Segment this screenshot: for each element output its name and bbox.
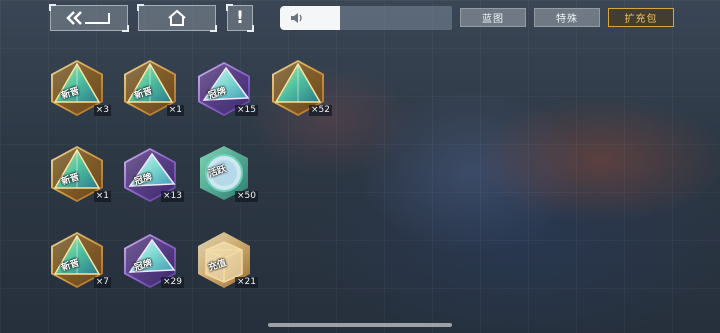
alert-button[interactable]: ! bbox=[226, 4, 254, 32]
item-gold-box[interactable]: 充值 ×21 bbox=[192, 228, 258, 292]
tab-blueprint[interactable]: 蓝图 bbox=[460, 8, 526, 27]
tab-label: 特殊 bbox=[556, 14, 578, 25]
home-button[interactable] bbox=[137, 4, 217, 32]
double-chevron-left-icon bbox=[66, 11, 110, 25]
tab-expansion-pack[interactable]: 扩充包 bbox=[608, 8, 674, 27]
volume-slider[interactable] bbox=[280, 6, 452, 30]
speaker-icon bbox=[291, 13, 302, 23]
item-gold-pyramid[interactable]: 新晋 ×1 bbox=[118, 56, 184, 120]
item-count: ×29 bbox=[161, 277, 184, 288]
item-count: ×1 bbox=[166, 105, 184, 116]
item-count: ×3 bbox=[93, 105, 111, 116]
item-gold-pyramid-plain[interactable]: ×52 bbox=[266, 56, 332, 120]
item-gold-pyramid[interactable]: 新晋 ×3 bbox=[45, 56, 111, 120]
tab-label: 蓝图 bbox=[482, 14, 504, 25]
home-icon bbox=[168, 9, 186, 26]
item-purple-pyramid[interactable]: 冠牌 ×13 bbox=[118, 142, 184, 206]
item-count: ×15 bbox=[235, 105, 258, 116]
alert-label: ! bbox=[236, 8, 244, 28]
tab-special[interactable]: 特殊 bbox=[534, 8, 600, 27]
item-purple-pyramid[interactable]: 冠牌 ×15 bbox=[192, 56, 258, 120]
item-count: ×50 bbox=[235, 191, 258, 202]
item-purple-pyramid[interactable]: 冠牌 ×29 bbox=[118, 228, 184, 292]
item-green-badge[interactable]: 活跃 ×50 bbox=[192, 142, 258, 206]
item-count: ×7 bbox=[93, 277, 111, 288]
item-count: ×52 bbox=[309, 105, 332, 116]
back-button[interactable] bbox=[49, 4, 129, 32]
item-count: ×1 bbox=[93, 191, 111, 202]
item-count: ×21 bbox=[235, 277, 258, 288]
item-count: ×13 bbox=[161, 191, 184, 202]
tab-label: 扩充包 bbox=[624, 14, 658, 25]
item-gold-pyramid[interactable]: 新晋 ×7 bbox=[45, 228, 111, 292]
item-gold-pyramid[interactable]: 新晋 ×1 bbox=[45, 142, 111, 206]
home-indicator bbox=[268, 323, 452, 327]
